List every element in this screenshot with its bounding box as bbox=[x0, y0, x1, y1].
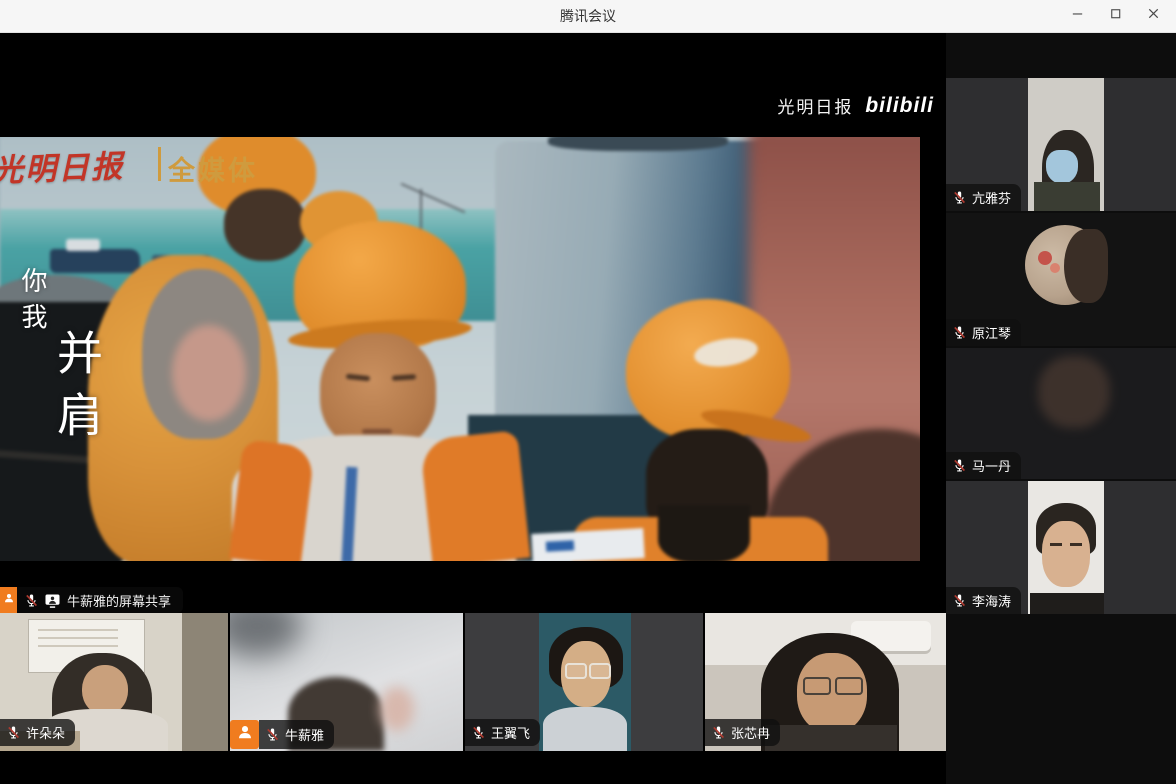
avatar-hair bbox=[1064, 229, 1108, 303]
main-column: 光明日报 bilibili bbox=[0, 33, 946, 784]
blur-blob bbox=[380, 687, 414, 731]
muted-mic-icon bbox=[265, 727, 280, 742]
person-icon bbox=[236, 723, 254, 746]
scene-center-vest-left bbox=[229, 439, 315, 561]
participant-name: 李海涛 bbox=[972, 591, 1011, 610]
movie-scene bbox=[0, 137, 920, 561]
participant-face bbox=[1042, 521, 1090, 587]
presenter-badge-icon bbox=[0, 587, 17, 613]
avatar-flower bbox=[1038, 251, 1052, 265]
scene-background-head bbox=[224, 189, 306, 261]
scene-boat-cabin bbox=[66, 239, 100, 251]
participant-name-tag: 牛薪雅 bbox=[259, 720, 334, 749]
bilibili-logo: bilibili bbox=[865, 94, 934, 118]
participant-name-tag: 原江琴 bbox=[946, 319, 1021, 346]
participant-name: 牛薪雅 bbox=[285, 725, 324, 744]
guangming-daily-wordmark: 光明日报 bbox=[777, 93, 853, 118]
participant-tile-kangyafen[interactable]: 亢雅芬 bbox=[946, 78, 1176, 211]
scene-boat bbox=[50, 249, 140, 273]
muted-mic-icon bbox=[6, 725, 21, 740]
screen-share-label: 牛薪雅的屏幕共享 bbox=[67, 591, 171, 610]
guangming-calligraphy-logo: 光明日报 bbox=[0, 141, 125, 191]
screen-share-stage[interactable]: 光明日报 bilibili bbox=[0, 33, 946, 613]
participant-shirt bbox=[543, 707, 627, 751]
video-watermark: 光明日报 bilibili bbox=[777, 93, 934, 118]
participant-tile-lihaitao[interactable]: 李海涛 bbox=[946, 481, 1176, 614]
participant-name-tag: 张芯冉 bbox=[705, 719, 780, 746]
scene-steel-pile-cap bbox=[548, 137, 728, 151]
meeting-window: 光明日报 bilibili bbox=[0, 33, 1176, 784]
scene-center-vest-right bbox=[420, 430, 531, 561]
participant-tile-xuduoduo[interactable]: 许朵朵 bbox=[0, 613, 228, 751]
avatar-flower-small bbox=[1050, 263, 1060, 273]
glasses-left bbox=[803, 677, 831, 695]
participant-tag-row: 牛薪雅 bbox=[230, 720, 334, 749]
scene-center-mouth bbox=[362, 429, 392, 434]
muted-mic-icon bbox=[952, 593, 967, 608]
window-title: 腾讯会议 bbox=[0, 0, 1176, 32]
participant-name: 王翼飞 bbox=[491, 723, 530, 742]
participant-name-tag: 马一丹 bbox=[946, 452, 1021, 479]
muted-mic-icon bbox=[952, 325, 967, 340]
person-icon bbox=[3, 591, 15, 609]
participant-name-tag: 亢雅芬 bbox=[946, 184, 1021, 211]
window-controls bbox=[1058, 0, 1172, 32]
logo-divider bbox=[158, 147, 161, 181]
scene-right-collar bbox=[658, 505, 750, 561]
muted-mic-icon bbox=[711, 725, 726, 740]
glasses-right bbox=[589, 663, 611, 679]
screen-share-icon bbox=[44, 592, 61, 609]
scene-hooded-face bbox=[172, 325, 246, 421]
close-icon bbox=[1146, 6, 1161, 26]
minimize-icon bbox=[1070, 6, 1085, 26]
participant-tile-yuanjiangqin[interactable]: 原江琴 bbox=[946, 213, 1176, 346]
muted-mic-icon bbox=[952, 190, 967, 205]
glasses-left bbox=[565, 663, 587, 679]
participant-name-tag: 李海涛 bbox=[946, 587, 1021, 614]
participant-tile-zhangxinran[interactable]: 张芯冉 bbox=[705, 613, 946, 751]
eyebrows bbox=[1050, 543, 1062, 546]
scene-paper-print bbox=[546, 540, 574, 551]
participant-name: 马一丹 bbox=[972, 456, 1011, 475]
bottom-tiles: 许朵朵 牛薪雅 bbox=[0, 613, 946, 751]
participant-name-tag: 王翼飞 bbox=[465, 719, 540, 746]
blur-smudge bbox=[230, 613, 302, 657]
presenter-badge-icon bbox=[230, 720, 259, 749]
participant-shirt bbox=[765, 725, 897, 751]
bottom-participant-strip: 许朵朵 牛薪雅 bbox=[0, 613, 946, 784]
minimize-button[interactable] bbox=[1058, 0, 1096, 32]
muted-mic-icon bbox=[952, 458, 967, 473]
participant-name: 亢雅芬 bbox=[972, 188, 1011, 207]
muted-mic-icon bbox=[471, 725, 486, 740]
maximize-icon bbox=[1108, 6, 1123, 26]
glasses-right bbox=[835, 677, 863, 695]
room-shelf bbox=[182, 613, 228, 751]
participant-tile-mayidan[interactable]: 马一丹 bbox=[946, 348, 1176, 479]
dim-face bbox=[1038, 356, 1110, 428]
shared-video-frame: 光明日报 全媒体 你我 并肩 bbox=[0, 137, 920, 561]
close-button[interactable] bbox=[1134, 0, 1172, 32]
maximize-button[interactable] bbox=[1096, 0, 1134, 32]
participant-name: 张芯冉 bbox=[731, 723, 770, 742]
participant-sidebar: 亢雅芬 原江琴 马一丹 bbox=[946, 33, 1176, 784]
participant-name: 许朵朵 bbox=[26, 723, 65, 742]
muted-mic-icon bbox=[24, 593, 39, 608]
participant-shirt bbox=[1030, 593, 1104, 614]
participant-face bbox=[82, 665, 128, 715]
whiteboard-lines bbox=[38, 629, 118, 631]
participant-tile-niuxinya[interactable]: 牛薪雅 bbox=[230, 613, 463, 751]
participant-tile-wangyifei[interactable]: 王翼飞 bbox=[465, 613, 703, 751]
face-mask bbox=[1046, 150, 1078, 184]
screen-share-banner: 牛薪雅的屏幕共享 bbox=[0, 587, 183, 613]
window-titlebar: 腾讯会议 bbox=[0, 0, 1176, 33]
vertical-caption-2: 并肩 bbox=[44, 329, 110, 453]
participant-name: 原江琴 bbox=[972, 323, 1011, 342]
participant-shirt bbox=[1034, 182, 1100, 211]
quanmeiti-logo: 全媒体 bbox=[168, 149, 258, 188]
participant-name-tag: 许朵朵 bbox=[0, 719, 75, 746]
